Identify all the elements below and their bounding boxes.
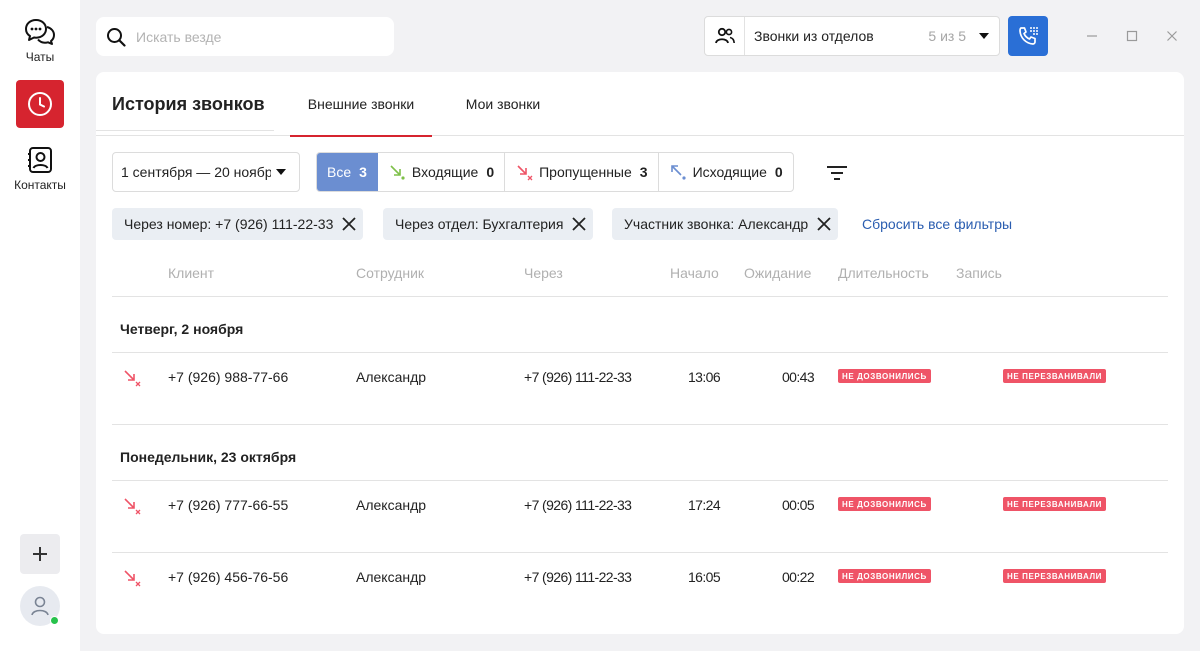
incoming-call-icon: [390, 165, 405, 180]
column-header-duration[interactable]: Длительность: [838, 265, 929, 281]
rail-contacts-label: Контакты: [14, 178, 66, 192]
panel-header: История звонков Внешние звонки Мои звонк…: [96, 72, 1184, 137]
column-header-start[interactable]: Начало: [670, 265, 719, 281]
chevron-down-icon: [979, 33, 989, 39]
via-number: +7 (926) 111-22-33: [524, 369, 632, 385]
add-button[interactable]: [20, 534, 60, 574]
wait-time: 00:43: [782, 369, 815, 385]
search-input[interactable]: [136, 28, 376, 45]
clock-icon: [28, 92, 52, 116]
filter-chip-number: Через номер: +7 (926) 111-22-33: [112, 208, 364, 240]
call-type-filter: Все 3 Входящие 0 Пропущенные 3 Исходящие…: [316, 152, 794, 192]
global-search[interactable]: [96, 17, 394, 56]
column-header-via[interactable]: Через: [524, 265, 563, 281]
user-icon: [31, 596, 49, 616]
minimize-button[interactable]: [1084, 28, 1100, 44]
wait-time: 00:05: [782, 497, 815, 513]
filter-chip-participant: Участник звонка: Александр: [612, 208, 839, 240]
minimize-icon: [1087, 35, 1097, 37]
filter-missed[interactable]: Пропущенные 3: [505, 153, 659, 191]
chevron-down-icon: [276, 169, 286, 175]
client-phone[interactable]: +7 (926) 777-66-55: [168, 497, 288, 513]
call-start-time: 13:06: [688, 369, 721, 385]
employee-name: Александр: [356, 369, 427, 385]
close-icon: [342, 217, 356, 231]
chat-bubbles-icon: [25, 19, 55, 45]
employee-name: Александр: [356, 497, 427, 513]
column-header-client[interactable]: Клиент: [168, 265, 214, 281]
group-date-title: Понедельник, 23 октября: [120, 449, 297, 465]
missed-call-icon: [124, 498, 141, 515]
remove-filter-button[interactable]: [571, 216, 587, 232]
call-button[interactable]: [1008, 16, 1048, 56]
page-title: История звонков: [112, 94, 265, 114]
status-badge: НЕ ДОЗВОНИЛИСЬ: [838, 497, 931, 511]
group-date-title: Четверг, 2 ноября: [120, 321, 244, 337]
contact-card-icon: [28, 147, 52, 173]
date-range-select[interactable]: 1 сентября — 20 ноября: [112, 152, 300, 192]
status-badge: НЕ ПЕРЕЗВАНИВАЛИ: [1003, 497, 1107, 511]
call-start-time: 17:24: [688, 497, 721, 513]
via-number: +7 (926) 111-22-33: [524, 497, 632, 513]
users-icon: [714, 27, 735, 44]
filter-incoming[interactable]: Входящие 0: [378, 153, 506, 191]
missed-call-icon: [124, 570, 141, 587]
close-icon: [1167, 31, 1177, 41]
wait-time: 00:22: [782, 569, 815, 585]
tab-my-calls[interactable]: Мои звонки: [448, 72, 558, 136]
close-window-button[interactable]: [1164, 28, 1180, 44]
remove-filter-button[interactable]: [341, 216, 357, 232]
department-calls-select[interactable]: Звонки из отделов 5 из 5: [704, 16, 1000, 56]
rail-chats-label: Чаты: [25, 50, 55, 64]
close-icon: [572, 217, 587, 231]
call-start-time: 16:05: [688, 569, 721, 585]
via-number: +7 (926) 111-22-33: [524, 569, 632, 585]
client-phone[interactable]: +7 (926) 988-77-66: [168, 369, 288, 385]
call-history-panel: История звонков Внешние звонки Мои звонк…: [96, 72, 1184, 634]
close-icon: [817, 217, 831, 231]
column-header-wait[interactable]: Ожидание: [744, 265, 811, 281]
reset-filters-link[interactable]: Сбросить все фильтры: [862, 216, 1012, 232]
department-select-label: Звонки из отделов: [754, 28, 874, 44]
status-badge: НЕ ПЕРЕЗВАНИВАЛИ: [1003, 569, 1107, 583]
status-badge: НЕ ДОЗВОНИЛИСЬ: [838, 569, 931, 583]
online-status-dot: [50, 616, 59, 625]
avatar[interactable]: [20, 586, 60, 626]
left-rail: Чаты Контакты: [0, 0, 80, 651]
phone-dialpad-icon: [1019, 27, 1038, 45]
date-range-value: 1 сентября — 20 ноября: [121, 164, 271, 180]
missed-call-icon: [124, 370, 141, 387]
filter-chip-department: Через отдел: Бухгалтерия: [383, 208, 594, 240]
maximize-button[interactable]: [1124, 28, 1140, 44]
employee-name: Александр: [356, 569, 427, 585]
maximize-icon: [1126, 30, 1138, 42]
rail-item-contacts[interactable]: Контакты: [0, 146, 80, 192]
missed-call-icon: [517, 165, 533, 181]
rail-item-chats[interactable]: Чаты: [0, 18, 80, 64]
outgoing-call-icon: [670, 165, 686, 180]
tab-external-calls[interactable]: Внешние звонки: [290, 72, 432, 137]
status-badge: НЕ ПЕРЕЗВАНИВАЛИ: [1003, 369, 1107, 383]
client-phone[interactable]: +7 (926) 456-76-56: [168, 569, 288, 585]
department-select-count: 5 из 5: [928, 28, 966, 44]
rail-item-call-history[interactable]: [16, 80, 64, 128]
plus-icon: [33, 547, 47, 561]
filter-all[interactable]: Все 3: [317, 153, 378, 191]
filter-outgoing[interactable]: Исходящие 0: [659, 153, 793, 191]
sort-icon[interactable]: [826, 164, 848, 182]
search-icon: [107, 27, 126, 47]
column-header-employee[interactable]: Сотрудник: [356, 265, 424, 281]
remove-filter-button[interactable]: [816, 216, 832, 232]
column-header-record[interactable]: Запись: [956, 265, 1002, 281]
status-badge: НЕ ДОЗВОНИЛИСЬ: [838, 369, 931, 383]
